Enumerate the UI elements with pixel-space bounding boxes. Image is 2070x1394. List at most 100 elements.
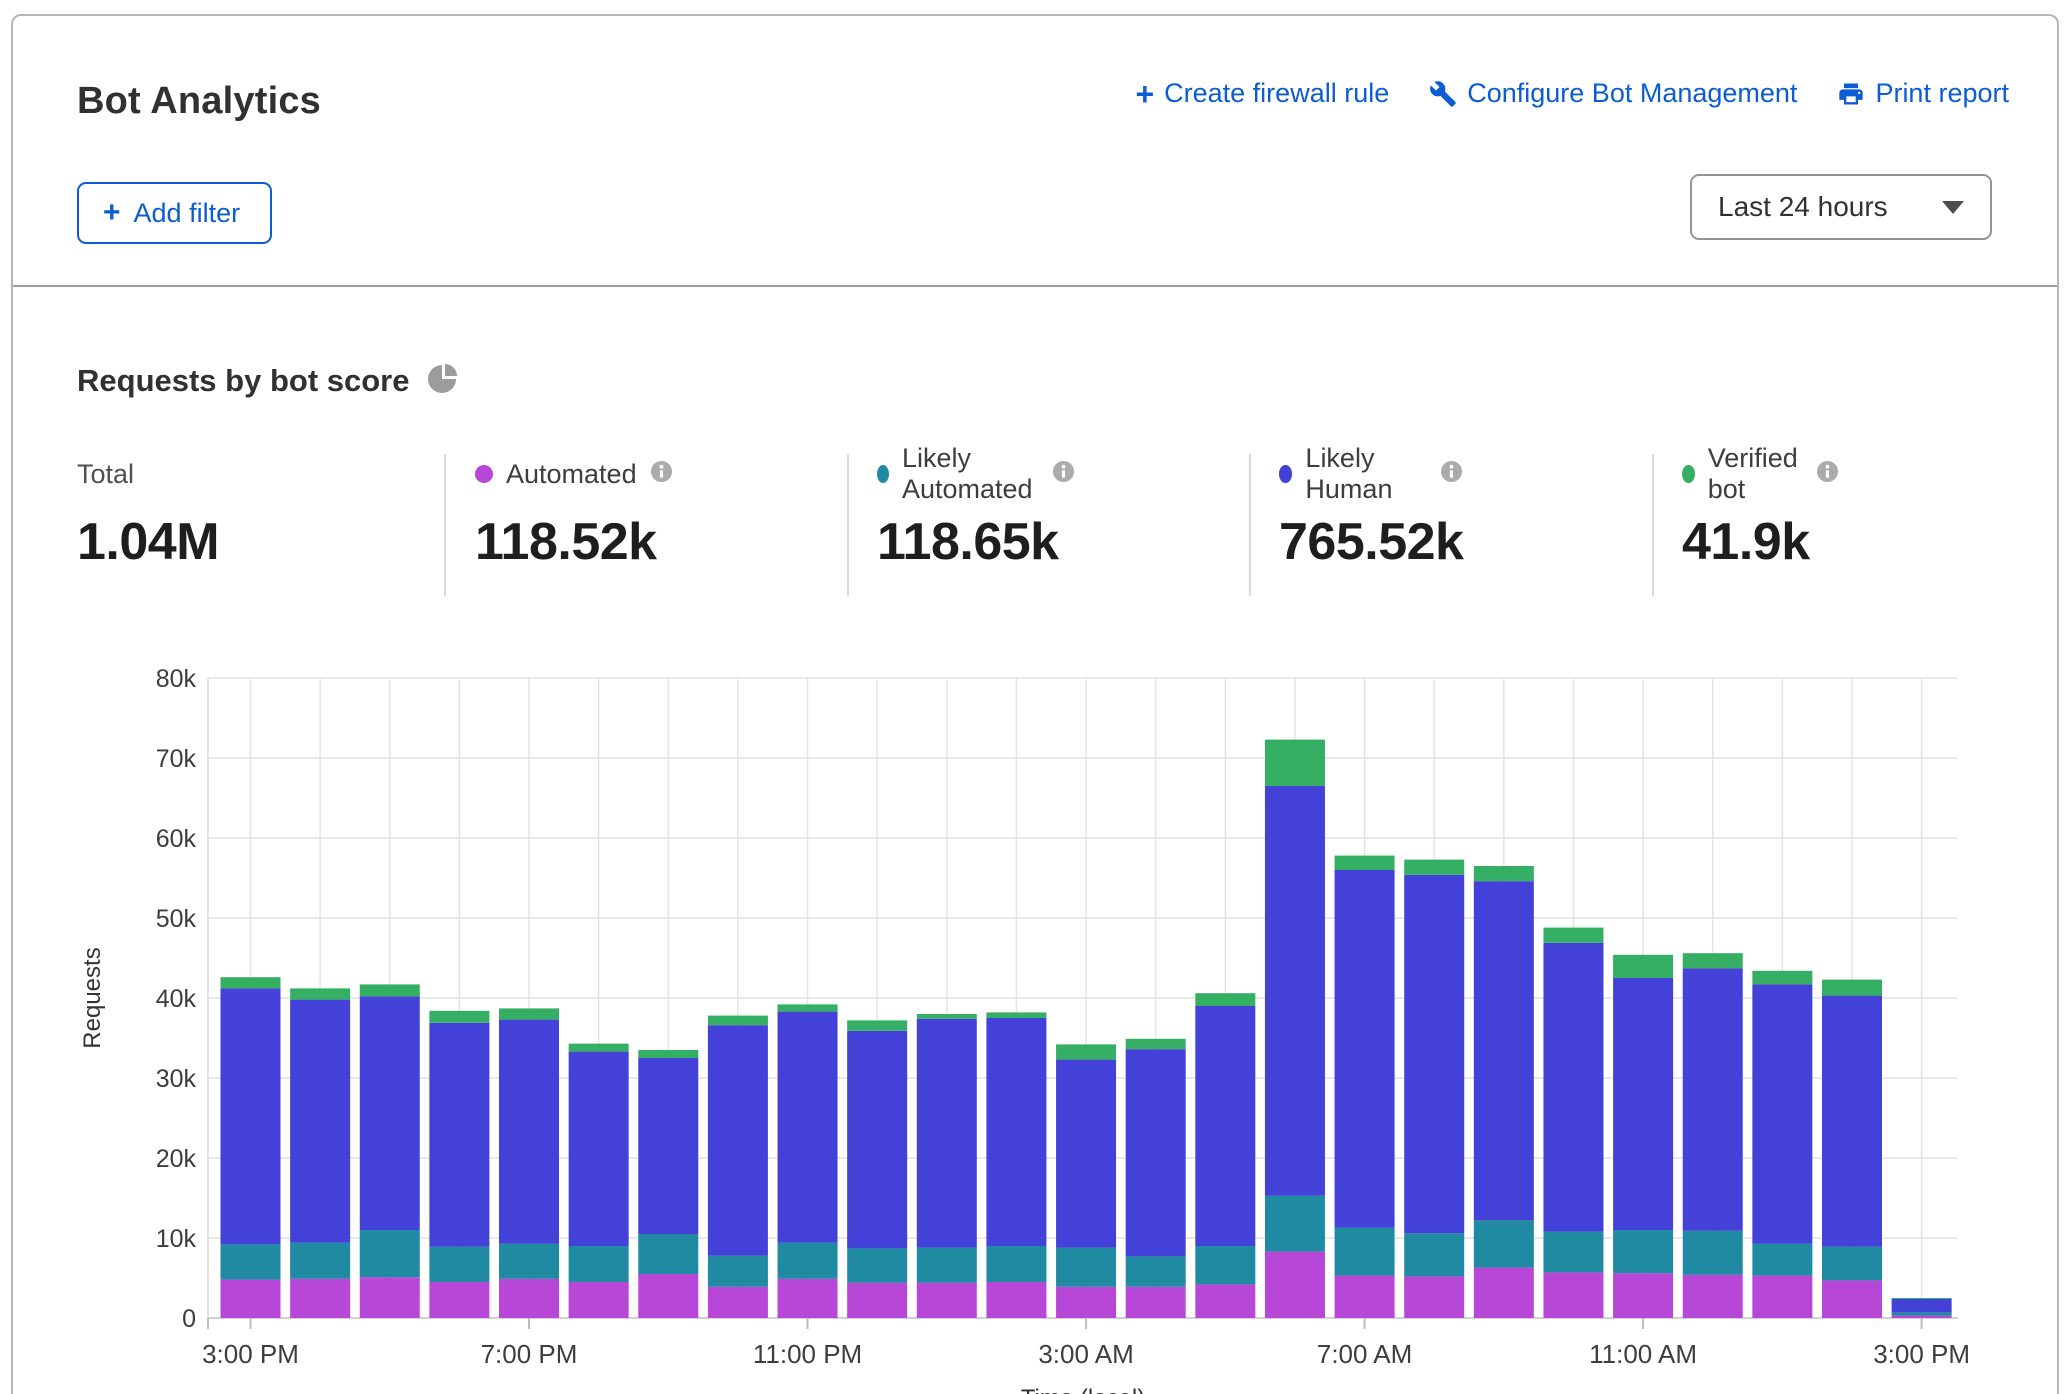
bar-stack-100pm[interactable] bbox=[1752, 971, 1812, 1318]
bar-segment-likely-automated[interactable] bbox=[847, 1248, 907, 1282]
bar-segment-likely-human[interactable] bbox=[1543, 943, 1603, 1232]
bar-segment-likely-human[interactable] bbox=[1126, 1049, 1186, 1256]
bar-segment-likely-human[interactable] bbox=[778, 1012, 838, 1243]
bar-segment-verified-bot[interactable] bbox=[917, 1014, 977, 1019]
bar-segment-likely-automated[interactable] bbox=[1335, 1228, 1395, 1276]
bar-stack-1200am[interactable] bbox=[847, 1020, 907, 1318]
bar-segment-likely-human[interactable] bbox=[708, 1025, 768, 1255]
bar-segment-likely-human[interactable] bbox=[1822, 996, 1882, 1247]
bar-segment-likely-human[interactable] bbox=[1195, 1006, 1255, 1246]
bar-stack-800pm[interactable] bbox=[569, 1044, 629, 1318]
bar-segment-verified-bot[interactable] bbox=[1265, 740, 1325, 786]
info-icon[interactable] bbox=[1816, 460, 1839, 488]
bar-segment-automated[interactable] bbox=[290, 1279, 350, 1318]
bar-segment-likely-automated[interactable] bbox=[986, 1246, 1046, 1282]
bar-segment-verified-bot[interactable] bbox=[1613, 955, 1673, 978]
bar-segment-automated[interactable] bbox=[1543, 1272, 1603, 1318]
bar-stack-600am[interactable] bbox=[1265, 740, 1325, 1318]
bar-segment-likely-human[interactable] bbox=[1752, 984, 1812, 1243]
bar-segment-likely-automated[interactable] bbox=[917, 1248, 977, 1283]
bar-segment-verified-bot[interactable] bbox=[429, 1011, 489, 1023]
bar-segment-verified-bot[interactable] bbox=[708, 1016, 768, 1026]
bar-segment-automated[interactable] bbox=[360, 1277, 420, 1318]
bar-stack-500am[interactable] bbox=[1195, 993, 1255, 1318]
bar-segment-automated[interactable] bbox=[1822, 1280, 1882, 1318]
bar-segment-automated[interactable] bbox=[1474, 1268, 1534, 1318]
bar-segment-verified-bot[interactable] bbox=[1404, 860, 1464, 875]
bar-segment-automated[interactable] bbox=[1683, 1275, 1743, 1318]
bar-stack-1000pm[interactable] bbox=[708, 1016, 768, 1318]
bar-segment-likely-human[interactable] bbox=[1056, 1060, 1116, 1248]
bar-segment-verified-bot[interactable] bbox=[1683, 953, 1743, 968]
bar-segment-likely-human[interactable] bbox=[986, 1018, 1046, 1246]
bar-segment-likely-automated[interactable] bbox=[1126, 1256, 1186, 1286]
bar-segment-likely-human[interactable] bbox=[847, 1031, 907, 1249]
bar-segment-verified-bot[interactable] bbox=[569, 1044, 629, 1052]
bar-segment-likely-automated[interactable] bbox=[1474, 1220, 1534, 1267]
bar-segment-automated[interactable] bbox=[708, 1287, 768, 1318]
bar-segment-verified-bot[interactable] bbox=[1822, 980, 1882, 996]
bar-segment-verified-bot[interactable] bbox=[1892, 1298, 1952, 1299]
bar-stack-400am[interactable] bbox=[1126, 1039, 1186, 1318]
bar-stack-900pm[interactable] bbox=[638, 1050, 698, 1318]
bar-segment-likely-automated[interactable] bbox=[1613, 1230, 1673, 1273]
bar-segment-automated[interactable] bbox=[1056, 1287, 1116, 1318]
bar-segment-likely-human[interactable] bbox=[1335, 870, 1395, 1228]
bar-stack-400pm[interactable] bbox=[290, 988, 350, 1318]
bar-stack-1000am[interactable] bbox=[1543, 928, 1603, 1318]
bar-segment-verified-bot[interactable] bbox=[847, 1020, 907, 1030]
bar-segment-verified-bot[interactable] bbox=[1474, 866, 1534, 881]
bar-segment-verified-bot[interactable] bbox=[1335, 856, 1395, 870]
bar-segment-likely-human[interactable] bbox=[360, 996, 420, 1230]
bar-segment-verified-bot[interactable] bbox=[638, 1050, 698, 1058]
bar-segment-likely-human[interactable] bbox=[917, 1019, 977, 1248]
info-icon[interactable] bbox=[1440, 460, 1463, 488]
bar-stack-200pm[interactable] bbox=[1822, 980, 1882, 1318]
bar-segment-likely-automated[interactable] bbox=[499, 1244, 559, 1279]
bar-segment-likely-automated[interactable] bbox=[569, 1246, 629, 1282]
bar-segment-automated[interactable] bbox=[1126, 1287, 1186, 1318]
bar-stack-1200pm[interactable] bbox=[1683, 953, 1743, 1318]
configure-bot-management-link[interactable]: Configure Bot Management bbox=[1429, 78, 1797, 109]
bar-segment-automated[interactable] bbox=[499, 1279, 559, 1318]
bar-segment-likely-human[interactable] bbox=[1613, 978, 1673, 1230]
bar-segment-verified-bot[interactable] bbox=[221, 977, 281, 988]
bar-segment-likely-human[interactable] bbox=[638, 1058, 698, 1234]
create-firewall-rule-link[interactable]: + Create firewall rule bbox=[1135, 78, 1389, 109]
bar-segment-automated[interactable] bbox=[1892, 1316, 1952, 1318]
bar-segment-likely-human[interactable] bbox=[1892, 1299, 1952, 1313]
time-range-select[interactable]: Last 24 hours bbox=[1690, 174, 1992, 240]
bar-segment-likely-automated[interactable] bbox=[290, 1243, 350, 1279]
bar-segment-automated[interactable] bbox=[638, 1274, 698, 1318]
bar-segment-likely-automated[interactable] bbox=[778, 1243, 838, 1279]
bar-segment-verified-bot[interactable] bbox=[1126, 1039, 1186, 1049]
bar-stack-500pm[interactable] bbox=[360, 984, 420, 1318]
bar-stack-300am[interactable] bbox=[1056, 1044, 1116, 1318]
bar-segment-verified-bot[interactable] bbox=[1752, 971, 1812, 985]
bar-segment-likely-automated[interactable] bbox=[1683, 1231, 1743, 1275]
bar-stack-900am[interactable] bbox=[1474, 866, 1534, 1318]
bar-segment-likely-human[interactable] bbox=[1265, 786, 1325, 1196]
print-report-link[interactable]: Print report bbox=[1837, 78, 2009, 109]
bar-segment-likely-automated[interactable] bbox=[429, 1247, 489, 1282]
bar-segment-automated[interactable] bbox=[1265, 1252, 1325, 1318]
bar-segment-automated[interactable] bbox=[1404, 1276, 1464, 1318]
bar-segment-automated[interactable] bbox=[569, 1282, 629, 1318]
bar-stack-700am[interactable] bbox=[1335, 856, 1395, 1318]
bar-segment-verified-bot[interactable] bbox=[778, 1004, 838, 1011]
bar-segment-automated[interactable] bbox=[1335, 1276, 1395, 1318]
bar-segment-likely-human[interactable] bbox=[429, 1023, 489, 1247]
bar-segment-likely-automated[interactable] bbox=[360, 1230, 420, 1277]
bar-segment-verified-bot[interactable] bbox=[1543, 928, 1603, 943]
bar-segment-likely-automated[interactable] bbox=[1543, 1232, 1603, 1273]
bar-segment-verified-bot[interactable] bbox=[1195, 993, 1255, 1006]
bar-segment-likely-automated[interactable] bbox=[1752, 1244, 1812, 1276]
bar-stack-300pm[interactable] bbox=[1892, 1298, 1952, 1318]
bar-segment-likely-human[interactable] bbox=[221, 988, 281, 1244]
bar-stack-1100pm[interactable] bbox=[778, 1004, 838, 1318]
bar-segment-likely-human[interactable] bbox=[290, 1000, 350, 1243]
bar-segment-likely-human[interactable] bbox=[1474, 881, 1534, 1220]
bar-segment-automated[interactable] bbox=[847, 1283, 907, 1318]
bar-segment-likely-human[interactable] bbox=[499, 1020, 559, 1244]
bar-stack-300pm[interactable] bbox=[221, 977, 281, 1318]
